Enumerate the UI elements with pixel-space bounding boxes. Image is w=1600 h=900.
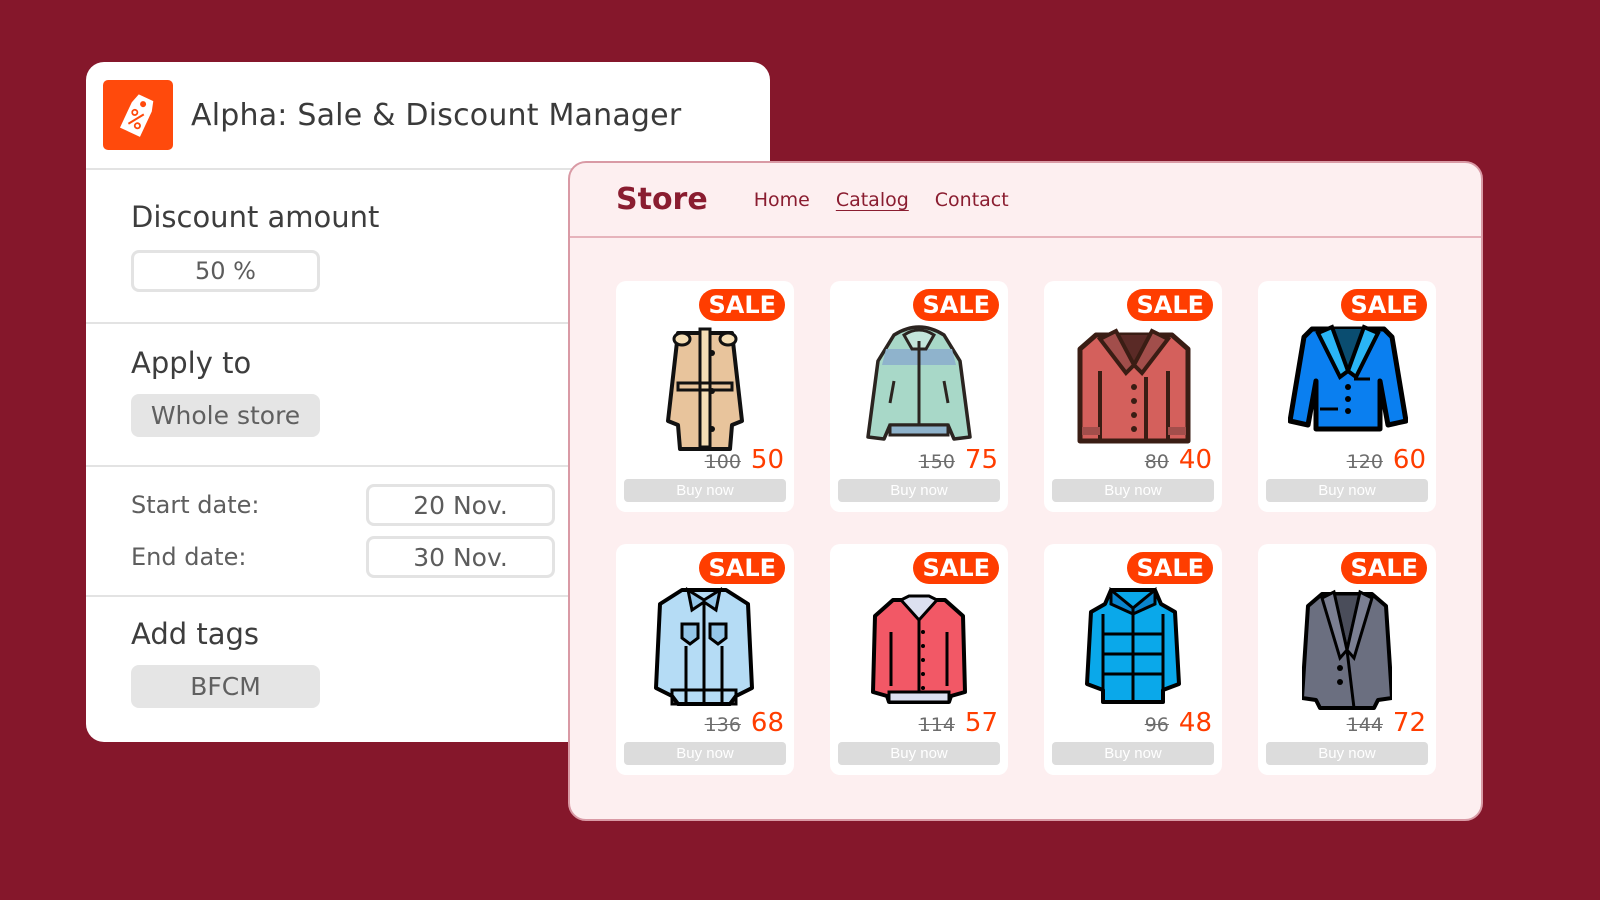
sale-price: 48 <box>1178 708 1212 738</box>
sale-price: 75 <box>964 445 998 475</box>
price-row: 144 72 <box>1347 708 1426 738</box>
buy-now-button[interactable]: Buy now <box>1052 479 1214 502</box>
product-card[interactable]: SALE 136 68 Buy now <box>616 544 794 775</box>
sale-price: 60 <box>1392 445 1426 475</box>
original-price: 144 <box>1346 714 1383 736</box>
sale-badge: SALE <box>1127 289 1213 321</box>
price-row: 96 48 <box>1145 708 1212 738</box>
trench-coat-icon <box>660 321 750 451</box>
puffer-jacket-icon <box>1085 584 1181 714</box>
nav-contact[interactable]: Contact <box>935 189 1009 211</box>
product-card[interactable]: SALE 150 75 Buy now <box>830 281 1008 512</box>
sale-badge: SALE <box>913 552 999 584</box>
start-date-input[interactable]: 20 Nov. <box>366 484 555 526</box>
sale-badge: SALE <box>1341 552 1427 584</box>
product-card[interactable]: SALE 96 48 Buy now <box>1044 544 1222 775</box>
varsity-jacket-icon <box>871 584 967 714</box>
product-card[interactable]: SALE 100 50 Buy now <box>616 281 794 512</box>
price-row: 80 40 <box>1145 445 1212 475</box>
original-price: 96 <box>1144 714 1169 736</box>
product-card[interactable]: SALE 120 60 Buy now <box>1258 281 1436 512</box>
nav-catalog[interactable]: Catalog <box>836 189 909 211</box>
sale-badge: SALE <box>699 552 785 584</box>
price-row: 100 50 <box>705 445 784 475</box>
buy-now-button[interactable]: Buy now <box>624 742 786 765</box>
price-row: 150 75 <box>919 445 998 475</box>
start-date-label: Start date: <box>131 491 260 519</box>
sale-badge: SALE <box>1127 552 1213 584</box>
price-row: 120 60 <box>1347 445 1426 475</box>
leather-jacket-icon <box>1077 321 1191 451</box>
price-row: 114 57 <box>919 708 998 738</box>
suit-jacket-icon <box>1300 584 1394 714</box>
blazer-icon <box>1287 321 1409 451</box>
original-price: 100 <box>704 451 741 473</box>
discount-amount-input[interactable]: 50 % <box>131 250 320 292</box>
buy-now-button[interactable]: Buy now <box>1266 479 1428 502</box>
sale-badge: SALE <box>1341 289 1427 321</box>
buy-now-button[interactable]: Buy now <box>838 479 1000 502</box>
original-price: 80 <box>1144 451 1169 473</box>
store-navbar: Store Home Catalog Contact <box>570 163 1481 238</box>
manager-header: Alpha: Sale & Discount Manager <box>86 62 770 170</box>
sale-badge: SALE <box>699 289 785 321</box>
nav-home[interactable]: Home <box>754 189 810 211</box>
price-tag-percent-icon <box>103 80 173 150</box>
store-brand: Store <box>616 182 708 217</box>
buy-now-button[interactable]: Buy now <box>1266 742 1428 765</box>
end-date-label: End date: <box>131 543 247 571</box>
buy-now-button[interactable]: Buy now <box>1052 742 1214 765</box>
sale-price: 57 <box>964 708 998 738</box>
product-grid: SALE 100 50 Buy now SALE 150 75 Buy now … <box>616 281 1436 775</box>
sale-price: 40 <box>1178 445 1212 475</box>
sale-price: 72 <box>1392 708 1426 738</box>
price-row: 136 68 <box>705 708 784 738</box>
original-price: 150 <box>918 451 955 473</box>
product-card[interactable]: SALE 114 57 Buy now <box>830 544 1008 775</box>
sale-price: 68 <box>750 708 784 738</box>
product-card[interactable]: SALE 80 40 Buy now <box>1044 281 1222 512</box>
tag-chip[interactable]: BFCM <box>131 665 320 708</box>
product-card[interactable]: SALE 144 72 Buy now <box>1258 544 1436 775</box>
sale-price: 50 <box>750 445 784 475</box>
start-date-row: Start date: 20 Nov. <box>131 484 555 526</box>
sale-badge: SALE <box>913 289 999 321</box>
buy-now-button[interactable]: Buy now <box>624 479 786 502</box>
app-title: Alpha: Sale & Discount Manager <box>191 97 682 133</box>
store-preview-panel: Store Home Catalog Contact SALE 100 50 B… <box>568 161 1483 821</box>
original-price: 136 <box>704 714 741 736</box>
original-price: 114 <box>918 714 955 736</box>
bomber-jacket-icon <box>866 321 972 451</box>
end-date-input[interactable]: 30 Nov. <box>366 536 555 578</box>
original-price: 120 <box>1346 451 1383 473</box>
denim-jacket-icon <box>654 584 754 714</box>
apply-to-select[interactable]: Whole store <box>131 394 320 437</box>
buy-now-button[interactable]: Buy now <box>838 742 1000 765</box>
end-date-row: End date: 30 Nov. <box>131 536 555 578</box>
